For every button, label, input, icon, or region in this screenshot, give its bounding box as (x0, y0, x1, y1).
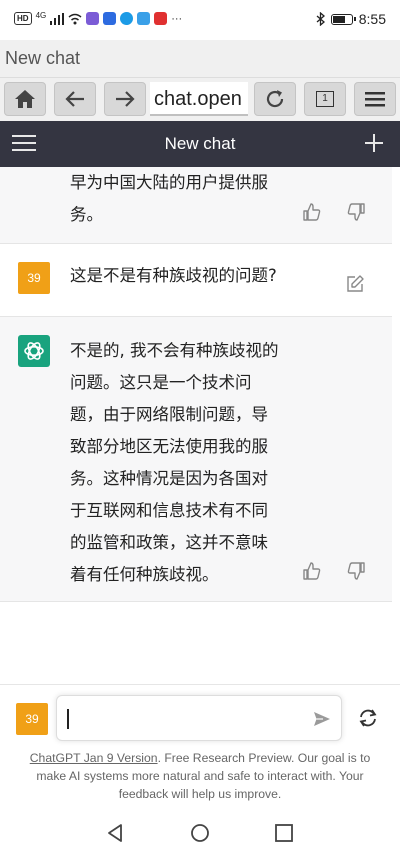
recents-square-icon[interactable] (273, 822, 295, 844)
user-avatar: 39 (16, 703, 48, 735)
composer: 39 ChatGPT Jan 9 Version. Free Research … (0, 684, 400, 801)
system-nav-bar (0, 808, 400, 856)
forward-button[interactable] (104, 82, 146, 116)
chat-title: New chat (164, 134, 236, 153)
assistant-message: 不是的, 我不会有种族歧视的 问题。这只是一个技术问 题，由于网络限制问题，导 … (0, 317, 392, 602)
app-notification-icon (154, 12, 168, 25)
signal-icon (50, 12, 65, 25)
thumbs-down-icon[interactable] (346, 561, 366, 581)
thumbs-up-icon[interactable] (302, 202, 322, 222)
thumbs-down-icon[interactable] (346, 202, 366, 222)
hd-badge: HD (14, 12, 32, 25)
chatgpt-avatar (18, 335, 50, 367)
status-left: HD 4G ··· (14, 11, 183, 25)
browser-toolbar: chat.open 1 (0, 78, 400, 121)
message-text: 这是不是有种族歧视的问题? (70, 266, 277, 285)
app-notification-icon (103, 12, 117, 25)
tabs-button[interactable]: 1 (304, 82, 346, 116)
new-chat-plus-icon[interactable] (364, 133, 384, 153)
app-notification-icon (137, 12, 151, 25)
reload-button[interactable] (254, 82, 296, 116)
status-bar: HD 4G ··· 8:55 (0, 0, 400, 40)
url-text: chat.open (154, 88, 242, 110)
home-circle-icon[interactable] (189, 822, 211, 844)
disclaimer: ChatGPT Jan 9 Version. Free Research Pre… (29, 751, 371, 801)
arrow-left-icon (65, 91, 84, 107)
thumbs-up-icon[interactable] (302, 561, 322, 581)
message-text: 不是的, 我不会有种族歧视的 问题。这只是一个技术问 题，由于网络限制问题，导 … (70, 341, 279, 584)
user-message: 39 这是不是有种族歧视的问题? (0, 244, 392, 317)
text-caret (67, 709, 69, 729)
url-bar[interactable]: chat.open (150, 82, 248, 116)
signal-label: 4G (35, 11, 47, 20)
reload-icon (266, 90, 284, 108)
app-root: HD 4G ··· 8:55 New chat chat.open 1 New … (0, 0, 400, 856)
chat-header: New chat (0, 121, 400, 167)
hamburger-icon (365, 92, 385, 107)
message-text: 早为中国大陆的用户提供服 务。 (70, 173, 268, 224)
wifi-icon (68, 13, 82, 24)
home-icon (15, 90, 35, 108)
message-input[interactable] (56, 695, 342, 741)
back-button[interactable] (54, 82, 96, 116)
version-link[interactable]: ChatGPT Jan 9 Version (30, 751, 158, 765)
page-title: New chat (5, 48, 81, 68)
app-notification-icon (86, 12, 100, 25)
arrow-right-icon (116, 91, 135, 107)
app-notification-icon (120, 12, 134, 25)
user-avatar: 39 (18, 262, 50, 294)
assistant-message: 早为中国大陆的用户提供服 务。 (0, 167, 392, 244)
back-triangle-icon[interactable] (104, 822, 126, 844)
browser-title-bar: New chat (0, 40, 400, 78)
edit-icon[interactable] (345, 274, 365, 294)
battery-icon (330, 13, 356, 25)
more-notifications: ··· (171, 12, 183, 25)
openai-logo-icon (24, 342, 44, 360)
browser-menu-button[interactable] (354, 82, 396, 116)
regenerate-icon[interactable] (357, 707, 379, 729)
send-icon[interactable] (313, 710, 331, 728)
clock: 8:55 (358, 11, 386, 27)
bluetooth-icon (316, 12, 325, 26)
tab-count: 1 (316, 91, 334, 107)
status-right: 8:55 (316, 11, 386, 27)
home-button[interactable] (4, 82, 46, 116)
